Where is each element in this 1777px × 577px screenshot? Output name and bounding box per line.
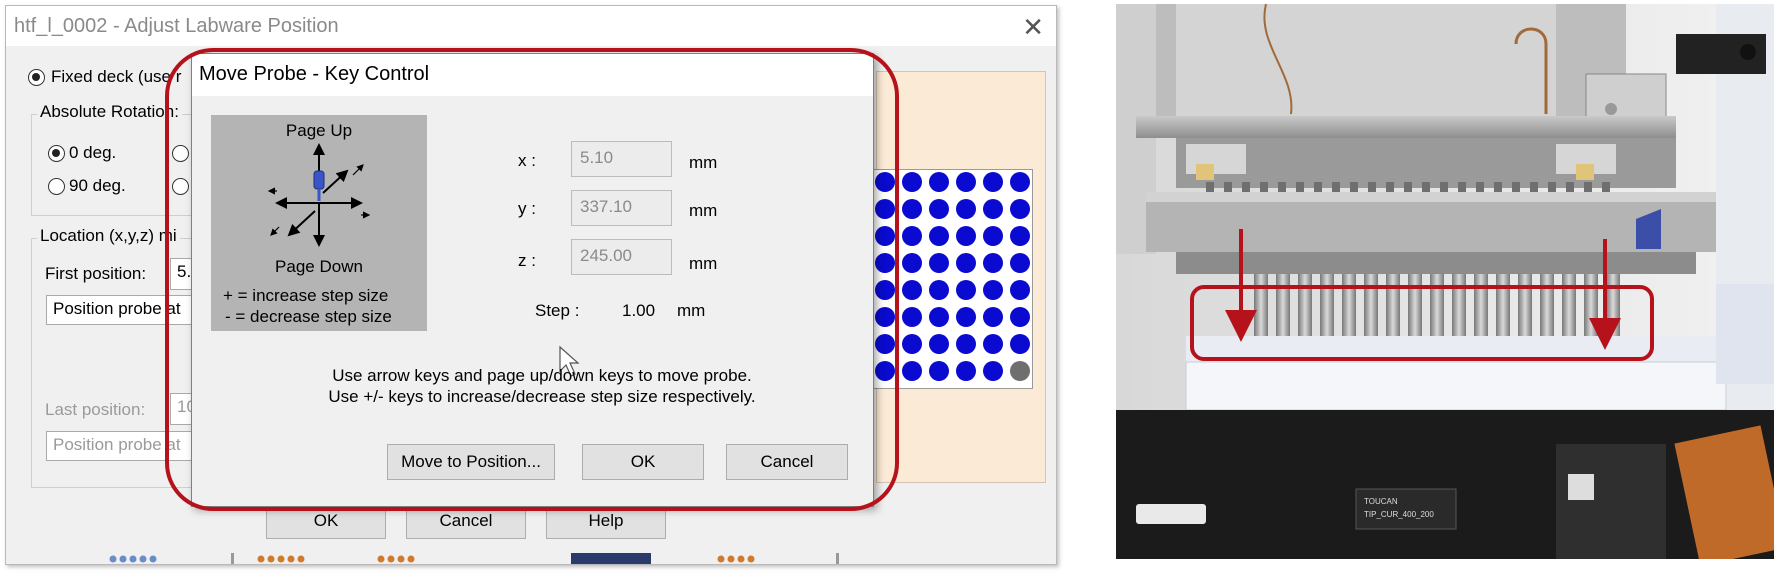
- plate-well: [956, 307, 976, 327]
- plate-well: [929, 172, 949, 192]
- label-plate-line2: TIP_CUR_400_200: [1364, 510, 1434, 519]
- plate-well: [983, 199, 1003, 219]
- plate-well: [1010, 226, 1030, 246]
- plate-well: [929, 361, 949, 381]
- plate-well: [983, 172, 1003, 192]
- plate-well: [902, 253, 922, 273]
- plate-well: [983, 253, 1003, 273]
- plate-well: [902, 307, 922, 327]
- plate-well: [983, 280, 1003, 300]
- robot-probe-photo: TOUCAN TIP_CUR_400_200: [1116, 4, 1774, 559]
- plate-well: [956, 172, 976, 192]
- plate-well: [902, 199, 922, 219]
- rotation-0-label: 0 deg.: [69, 143, 117, 162]
- plate-well: [983, 226, 1003, 246]
- plate-well: [956, 226, 976, 246]
- dialog-highlight-annotation: [165, 48, 899, 511]
- rotation-0-radio[interactable]: [48, 145, 65, 162]
- plate-well: [902, 172, 922, 192]
- plate-well: [956, 199, 976, 219]
- plate-well: [956, 334, 976, 354]
- close-icon[interactable]: ✕: [1022, 12, 1044, 43]
- plate-well: [983, 307, 1003, 327]
- window-title: htf_l_0002 - Adjust Labware Position: [14, 15, 339, 37]
- plate-well: [929, 226, 949, 246]
- plate-well: [902, 280, 922, 300]
- plate-well: [1010, 253, 1030, 273]
- plate-well: [956, 361, 976, 381]
- plate-well: [929, 334, 949, 354]
- plate-well: [902, 361, 922, 381]
- plate-well: [1010, 172, 1030, 192]
- deck-thumbnails: [101, 552, 941, 564]
- window-titlebar: htf_l_0002 - Adjust Labware Position ✕: [6, 6, 1056, 46]
- rotation-legend: Absolute Rotation:: [37, 102, 182, 122]
- first-position-label: First position:: [45, 264, 147, 283]
- plate-well: [929, 253, 949, 273]
- plate-well: [929, 199, 949, 219]
- label-plate-line1: TOUCAN: [1364, 497, 1398, 506]
- plate-well: [983, 334, 1003, 354]
- rotation-90-label: 90 deg.: [69, 176, 126, 195]
- rotation-90-radio[interactable]: [48, 178, 65, 195]
- plate-well: [956, 253, 976, 273]
- plate-well: [929, 307, 949, 327]
- last-position-label: Last position:: [45, 400, 146, 419]
- plate-well: [902, 226, 922, 246]
- plate-well: [956, 280, 976, 300]
- plate-well: [1010, 307, 1030, 327]
- location-legend: Location (x,y,z) mi: [37, 226, 180, 246]
- plate-well: [1010, 334, 1030, 354]
- fixed-deck-radio[interactable]: [28, 69, 45, 86]
- plate-well: [1010, 361, 1030, 381]
- plate-well: [929, 280, 949, 300]
- plate-well: [1010, 280, 1030, 300]
- plate-well: [983, 361, 1003, 381]
- fixed-deck-label: Fixed deck (use r: [51, 67, 182, 86]
- plate-well: [1010, 199, 1030, 219]
- plate-well: [902, 334, 922, 354]
